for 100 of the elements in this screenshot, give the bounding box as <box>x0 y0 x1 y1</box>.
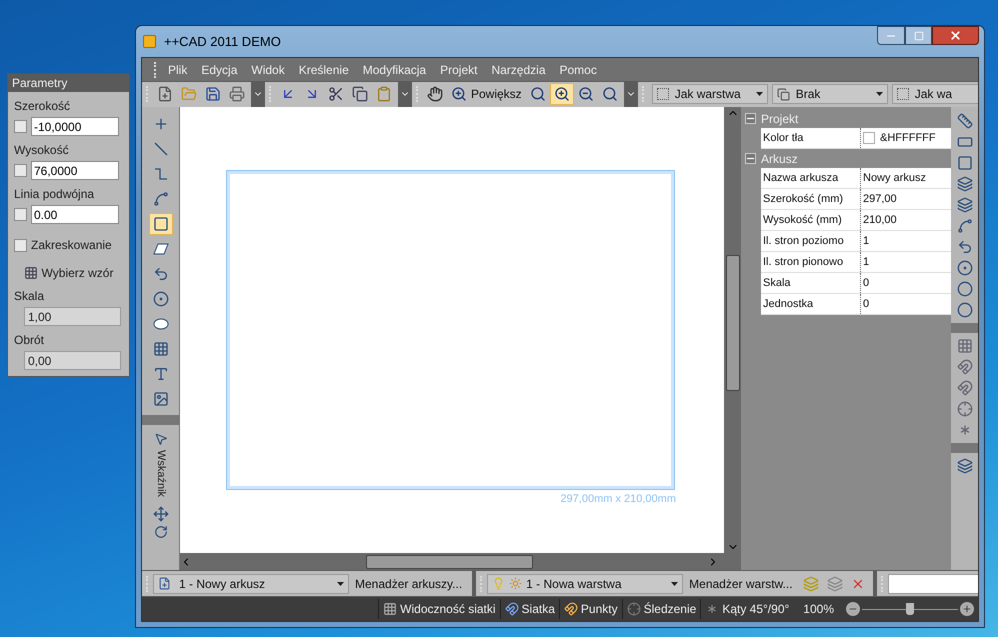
field-label: Szerokość <box>14 98 72 115</box>
menu-item[interactable]: Narzędzia <box>484 60 552 78</box>
property-name: Nazwa arkusza <box>761 168 861 188</box>
readonly-field[interactable]: 0,00 <box>24 351 121 370</box>
property-value: 297,00 <box>863 192 897 207</box>
window-title: ++CAD 2011 DEMO <box>164 32 281 51</box>
number-field[interactable]: 76,0000 <box>31 161 119 180</box>
layer-manager-button[interactable]: Menadżer warstw... <box>683 574 799 592</box>
status-toggle[interactable]: Widoczność siatki <box>378 599 500 619</box>
rotate-icon <box>154 525 168 540</box>
menu-item[interactable]: Plik <box>161 60 194 78</box>
choose-pattern-button[interactable]: Wybierz wzór <box>24 264 114 282</box>
cut-icon <box>328 86 344 102</box>
polyline-icon <box>152 166 168 182</box>
section-title: Projekt <box>761 110 798 128</box>
number-field[interactable]: 0.00 <box>31 205 119 224</box>
drawing-tool-button[interactable] <box>148 213 172 235</box>
pointer-icon <box>154 432 168 446</box>
zoom-window-icon <box>530 86 546 102</box>
property-name: Szerokość (mm) <box>761 189 861 209</box>
panel-title: Parametry <box>8 74 129 92</box>
zoom-all-icon <box>602 86 618 102</box>
zoom-in-icon <box>554 86 570 102</box>
caret-icon <box>337 582 344 586</box>
checkbox[interactable] <box>14 208 27 221</box>
layer-icon <box>896 88 909 100</box>
property-value: 210,00 <box>863 212 897 228</box>
minus-icon <box>747 155 754 162</box>
folder-icon <box>181 86 197 102</box>
zoom-out-icon <box>578 86 594 102</box>
zoom-level: 100% <box>803 601 834 618</box>
magnet-icon <box>564 602 578 616</box>
app-icon <box>143 35 156 48</box>
copy-icon <box>352 86 368 102</box>
field-label: Wysokość <box>14 142 70 159</box>
point-icon <box>152 116 168 132</box>
image-icon <box>152 391 168 407</box>
horizontal-scrollbar[interactable] <box>180 553 741 570</box>
property-value: Nowy arkusz <box>863 170 926 186</box>
pointer-tool-button[interactable]: Wskaźnik <box>152 432 169 498</box>
checkbox[interactable] <box>14 238 27 252</box>
caret-icon <box>876 92 883 96</box>
slider-thumb[interactable] <box>906 603 914 615</box>
grid-icon <box>152 341 168 357</box>
property-value: 0 <box>863 276 870 291</box>
new-file-icon <box>157 86 173 102</box>
checkbox[interactable] <box>14 164 27 177</box>
readonly-field[interactable]: 1,00 <box>24 307 121 326</box>
move-icon <box>152 506 168 522</box>
checkbox-label: Zakreskowanie <box>31 237 112 254</box>
dropdown[interactable]: Jak warstwa <box>652 84 768 104</box>
scroll-thumb[interactable] <box>726 255 740 391</box>
checkbox[interactable] <box>14 120 27 133</box>
scroll-thumb[interactable] <box>366 554 533 568</box>
close-icon <box>949 29 962 42</box>
status-toggle[interactable]: Kąty 45°/90° <box>700 599 794 619</box>
property-name: Skala <box>761 273 861 293</box>
zoom-out-button[interactable] <box>846 602 860 616</box>
menu-item[interactable]: Projekt <box>433 60 484 78</box>
minimize-button[interactable] <box>877 26 905 45</box>
paste-icon <box>376 86 392 102</box>
zoom-button[interactable]: Powiększ <box>447 83 526 105</box>
property-name: Il. stron pionowo <box>761 252 861 272</box>
menu-item[interactable]: Edycja <box>194 60 244 78</box>
menu-item[interactable]: Pomoc <box>552 60 604 78</box>
status-toggle[interactable]: Śledzenie <box>622 599 700 619</box>
maximize-button[interactable] <box>905 26 932 45</box>
property-value: 1 <box>863 254 870 270</box>
grid-icon <box>383 602 398 616</box>
caret-icon <box>671 582 678 586</box>
menu-item[interactable]: Modyfikacja <box>356 60 434 78</box>
zoom-slider[interactable] <box>862 602 958 616</box>
layer-dropdown[interactable]: 1 - Nowa warstwa <box>487 574 684 594</box>
lightbulb-icon <box>492 577 506 590</box>
menu-item[interactable]: Widok <box>244 60 292 78</box>
zoom-tool-button[interactable] <box>550 83 574 105</box>
vertical-scrollbar[interactable] <box>724 107 741 553</box>
sheet-dropdown[interactable]: 1 - Nowy arkusz <box>153 574 349 594</box>
collapse-toggle[interactable] <box>745 153 756 164</box>
style-icon <box>776 88 790 100</box>
maximize-icon <box>914 30 924 40</box>
status-toggle[interactable]: Siatka <box>500 599 559 619</box>
property-name: Kolor tła <box>761 128 861 148</box>
menu-item[interactable]: Kreślenie <box>292 60 356 78</box>
zoom-in-button[interactable] <box>960 602 974 616</box>
ellipse-icon <box>152 316 168 332</box>
dropdown[interactable]: Jak wa <box>892 84 978 104</box>
property-value: &HFFFFFF <box>880 130 936 146</box>
rectangle-icon <box>152 216 168 232</box>
plus-icon <box>962 604 972 614</box>
grid-icon <box>24 266 38 280</box>
property-name: Wysokość (mm) <box>761 210 861 230</box>
dropdown[interactable]: Brak <box>772 84 888 104</box>
save-icon <box>205 86 221 102</box>
collapse-toggle[interactable] <box>745 113 756 124</box>
close-button[interactable] <box>932 26 979 45</box>
sheet-manager-button[interactable]: Menadżer arkuszy... <box>349 574 468 592</box>
property-value: 1 <box>863 234 870 249</box>
status-toggle[interactable]: Punkty <box>558 599 622 619</box>
number-field[interactable]: -10,0000 <box>31 117 119 136</box>
